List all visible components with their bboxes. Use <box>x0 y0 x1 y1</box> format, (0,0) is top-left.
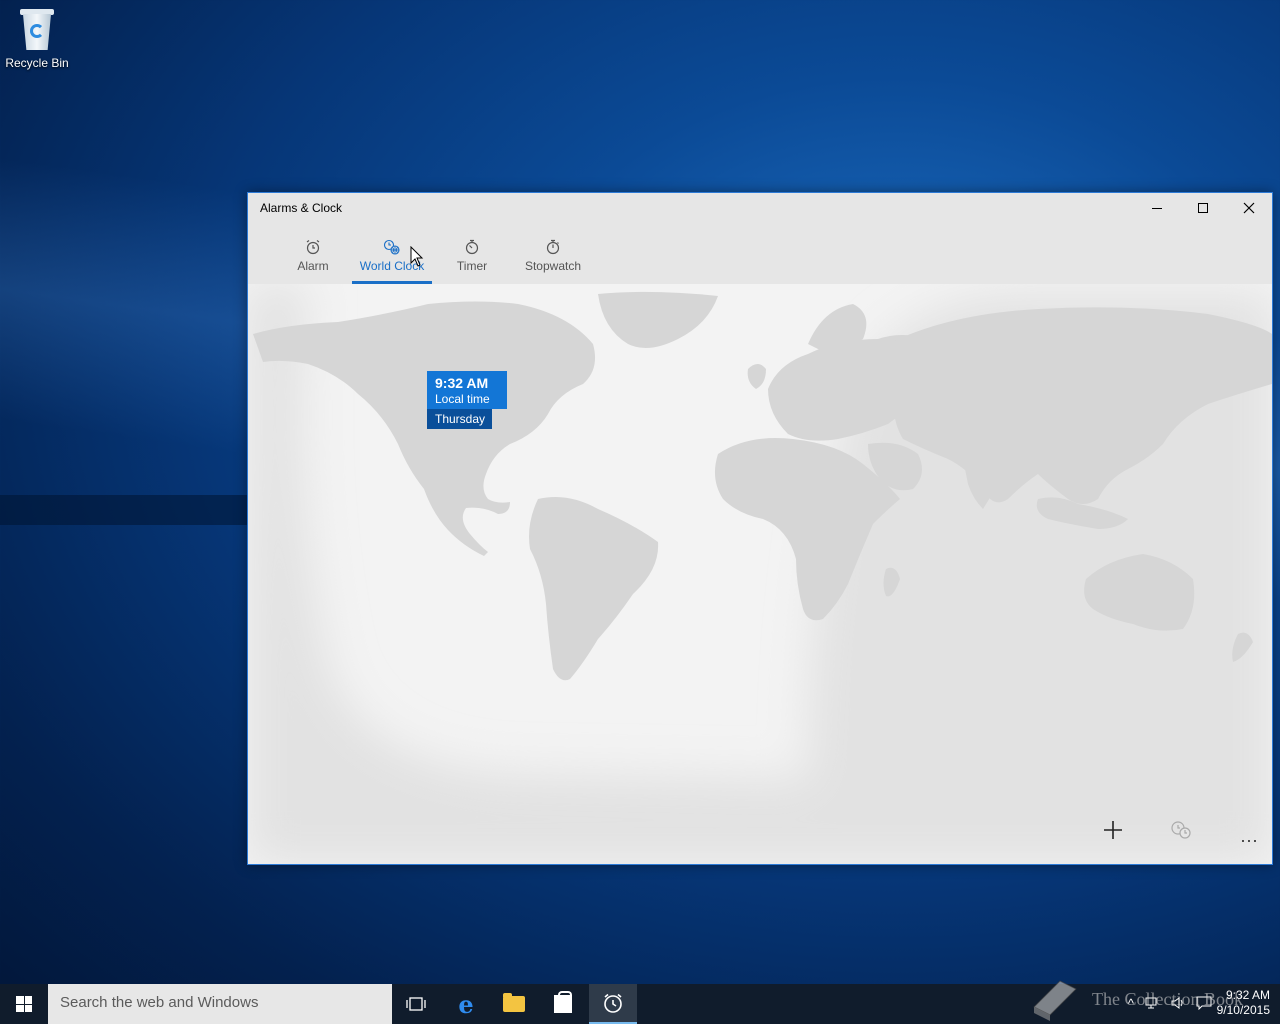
window-title: Alarms & Clock <box>260 201 343 215</box>
recycle-bin-icon <box>17 6 57 52</box>
title-bar[interactable]: Alarms & Clock <box>248 193 1272 225</box>
local-day-label: Thursday <box>427 409 492 429</box>
edge-icon: e <box>458 989 474 1019</box>
minimize-button[interactable] <box>1134 193 1180 223</box>
world-map-graphic <box>248 284 1272 864</box>
compare-icon <box>1171 821 1191 839</box>
edge-taskbar-button[interactable]: e <box>442 984 490 1024</box>
tray-icons: ^ <box>1128 996 1212 1011</box>
store-icon <box>554 991 572 1013</box>
file-explorer-taskbar-button[interactable] <box>490 984 538 1024</box>
windows-logo-icon <box>16 996 32 1012</box>
mouse-cursor-icon <box>410 246 424 267</box>
store-taskbar-button[interactable] <box>539 984 587 1024</box>
taskbar-search-box[interactable]: Search the web and Windows <box>48 984 392 1024</box>
chevron-up-icon[interactable]: ^ <box>1128 996 1134 1011</box>
tab-bar: Alarm World Clock Timer Stopwatch <box>248 225 1272 284</box>
task-view-icon <box>406 997 426 1011</box>
volume-icon[interactable] <box>1170 996 1186 1010</box>
close-icon <box>1243 202 1255 214</box>
local-time-card: 9:32 AM Local time <box>427 371 507 409</box>
tab-alarm-label: Alarm <box>297 259 329 273</box>
close-button[interactable] <box>1226 193 1272 223</box>
tab-stopwatch-label: Stopwatch <box>524 259 582 273</box>
task-view-button[interactable] <box>392 984 440 1024</box>
recycle-bin-label: Recycle Bin <box>5 56 69 70</box>
alarm-clock-icon <box>306 240 320 255</box>
world-clock-icon <box>383 239 400 255</box>
add-city-button[interactable] <box>1103 820 1143 860</box>
taskbar: Search the web and Windows e ^ 9:32 AM 9… <box>0 984 1280 1024</box>
tab-stopwatch[interactable]: Stopwatch <box>518 237 588 284</box>
plus-icon <box>1104 821 1122 839</box>
folder-icon <box>503 993 525 1012</box>
local-time-pin[interactable]: 9:32 AM Local time Thursday <box>427 371 507 429</box>
tab-timer[interactable]: Timer <box>448 237 496 284</box>
taskbar-date: 9/10/2015 <box>1216 1003 1270 1017</box>
taskbar-clock[interactable]: 9:32 AM 9/10/2015 <box>1210 988 1270 1018</box>
minimize-icon <box>1152 207 1162 209</box>
maximize-button[interactable] <box>1180 193 1226 223</box>
network-icon[interactable] <box>1144 996 1160 1010</box>
maximize-icon <box>1198 203 1208 213</box>
stopwatch-icon <box>546 239 560 255</box>
compare-button[interactable] <box>1170 820 1210 860</box>
desktop-shadow-band <box>0 495 260 525</box>
local-time-value: 9:32 AM <box>435 375 489 391</box>
world-map[interactable]: 9:32 AM Local time Thursday ··· <box>248 284 1272 864</box>
taskbar-time: 9:32 AM <box>1225 988 1270 1002</box>
alarms-clock-window: Alarms & Clock Alarm World Clock Timer S… <box>247 192 1273 865</box>
command-bar: ··· <box>248 816 1272 864</box>
more-options-button[interactable]: ··· <box>1229 820 1269 860</box>
recycle-bin-desktop-icon[interactable]: Recycle Bin <box>4 6 70 70</box>
start-button[interactable] <box>0 984 48 1024</box>
local-time-caption: Local time <box>435 392 490 406</box>
alarms-clock-taskbar-button[interactable] <box>589 984 637 1024</box>
alarm-clock-app-icon <box>604 993 622 1013</box>
tab-alarm[interactable]: Alarm <box>288 237 338 284</box>
timer-icon <box>465 239 479 255</box>
tab-timer-label: Timer <box>456 259 488 273</box>
